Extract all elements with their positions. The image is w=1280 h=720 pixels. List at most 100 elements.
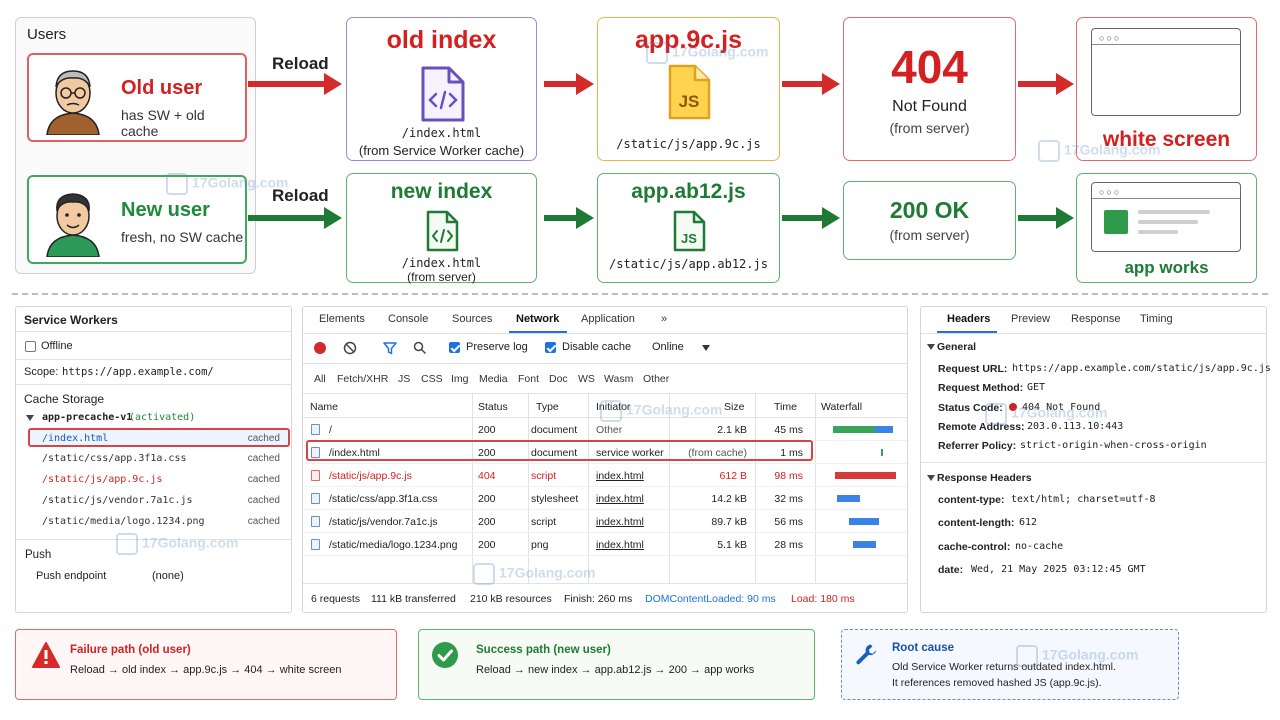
content-type-label: content-type: bbox=[938, 494, 1005, 506]
scope-label: Scope: bbox=[24, 366, 59, 378]
filter-icon[interactable] bbox=[383, 341, 397, 355]
offline-checkbox[interactable] bbox=[25, 341, 36, 352]
filter-media[interactable]: Media bbox=[479, 373, 508, 385]
tab-network[interactable]: Network bbox=[516, 313, 559, 325]
search-icon[interactable] bbox=[413, 341, 427, 355]
tab-timing[interactable]: Timing bbox=[1140, 313, 1173, 325]
warning-icon bbox=[32, 642, 60, 668]
users-title: Users bbox=[27, 26, 67, 43]
watermark: 17Golang.com bbox=[985, 403, 1107, 425]
row-initiator-link[interactable]: index.html bbox=[596, 516, 644, 528]
document-icon bbox=[311, 516, 320, 527]
row-status: 200 bbox=[478, 516, 496, 528]
tab-response[interactable]: Response bbox=[1071, 313, 1121, 325]
tab-headers[interactable]: Headers bbox=[947, 313, 990, 325]
old-user-name: Old user bbox=[121, 77, 203, 99]
table-row[interactable]: /static/media/logo.1234.png 200 png inde… bbox=[303, 533, 907, 556]
waterfall-bar bbox=[835, 472, 896, 479]
old-js-file: /static/js/app.9c.js bbox=[616, 137, 761, 151]
referrer-policy-label: Referrer Policy: bbox=[938, 440, 1017, 452]
row-type: stylesheet bbox=[531, 493, 579, 505]
throttle-select[interactable]: Online bbox=[652, 341, 684, 353]
disable-cache-label: Disable cache bbox=[562, 341, 632, 353]
filter-doc[interactable]: Doc bbox=[549, 373, 568, 385]
filter-img[interactable]: Img bbox=[451, 373, 469, 385]
tab-more-icon[interactable]: » bbox=[661, 313, 667, 325]
new-user-desc: fresh, no SW cache bbox=[121, 229, 244, 245]
new-status-note: (from server) bbox=[889, 227, 970, 243]
preserve-log-checkbox[interactable] bbox=[449, 342, 460, 353]
arrow-old-2 bbox=[544, 73, 594, 95]
filter-js[interactable]: JS bbox=[398, 373, 410, 385]
watermark: 17Golang.com bbox=[1038, 140, 1160, 162]
arrow-new-2 bbox=[544, 207, 594, 229]
tab-elements[interactable]: Elements bbox=[319, 313, 365, 325]
cache-control-label: cache-control: bbox=[938, 541, 1011, 553]
col-name[interactable]: Name bbox=[310, 401, 338, 413]
filter-wasm[interactable]: Wasm bbox=[604, 373, 633, 385]
table-row[interactable]: /static/js/vendor.7a1c.js 200 script ind… bbox=[303, 510, 907, 533]
watermark: 17Golang.com bbox=[1016, 645, 1138, 667]
filter-fetch-xhr[interactable]: Fetch/XHR bbox=[337, 373, 388, 385]
tab-preview[interactable]: Preview bbox=[1011, 313, 1050, 325]
cache-entry-name: /static/js/app.9c.js bbox=[42, 474, 163, 485]
date-label: date: bbox=[938, 564, 964, 576]
tab-console[interactable]: Console bbox=[388, 313, 428, 325]
cache-entry-status: cached bbox=[247, 495, 280, 506]
clear-icon[interactable] bbox=[343, 341, 357, 355]
tab-sources[interactable]: Sources bbox=[452, 313, 492, 325]
push-endpoint-label: Push endpoint bbox=[36, 570, 107, 582]
disable-cache-checkbox[interactable] bbox=[545, 342, 556, 353]
cache-entry[interactable]: /static/js/app.9c.js cached bbox=[28, 470, 290, 489]
general-title: General bbox=[937, 341, 977, 353]
cache-name[interactable]: app-precache-v1 bbox=[42, 412, 132, 423]
app-works-box: ○○○ app works bbox=[1076, 173, 1257, 283]
old-index-file: /index.html bbox=[401, 126, 482, 140]
col-time[interactable]: Time bbox=[774, 401, 797, 413]
row-name: /static/js/app.9c.js bbox=[329, 470, 412, 482]
new-status-text: 200 OK bbox=[889, 197, 970, 223]
filter-font[interactable]: Font bbox=[518, 373, 539, 385]
row-size: 89.7 kB bbox=[711, 516, 747, 528]
col-waterfall[interactable]: Waterfall bbox=[821, 401, 862, 413]
throttle-chevron-down-icon[interactable] bbox=[702, 345, 710, 351]
cache-entry[interactable]: /static/js/vendor.7a1c.js cached bbox=[28, 491, 290, 510]
white-screen-browser: ○○○ bbox=[1091, 28, 1241, 116]
table-row[interactable]: /static/css/app.3f1a.css 200 stylesheet … bbox=[303, 487, 907, 510]
filter-css[interactable]: CSS bbox=[421, 373, 443, 385]
filter-ws[interactable]: WS bbox=[578, 373, 595, 385]
waterfall-bar bbox=[849, 518, 879, 525]
col-type[interactable]: Type bbox=[536, 401, 559, 413]
js-file-icon: JS bbox=[673, 210, 705, 252]
row-status: 404 bbox=[478, 470, 496, 482]
cache-entry[interactable]: /static/css/app.3f1a.css cached bbox=[28, 449, 290, 468]
record-icon[interactable] bbox=[314, 342, 326, 354]
cache-expand-icon[interactable] bbox=[26, 415, 34, 421]
new-user-name: New user bbox=[121, 199, 210, 221]
row-initiator-link[interactable]: index.html bbox=[596, 539, 644, 551]
old-index-title: old index bbox=[386, 26, 497, 54]
image-icon bbox=[311, 539, 320, 550]
col-status[interactable]: Status bbox=[478, 401, 508, 413]
filter-all[interactable]: All bbox=[314, 373, 326, 385]
old-user-desc: has SW + old cache bbox=[121, 107, 205, 139]
response-headers-expand-icon[interactable] bbox=[927, 475, 935, 481]
table-row[interactable]: /static/js/app.9c.js 404 script index.ht… bbox=[303, 464, 907, 487]
old-status-text: Not Found bbox=[892, 98, 967, 115]
cache-storage-title: Cache Storage bbox=[24, 392, 105, 406]
general-expand-icon[interactable] bbox=[927, 344, 935, 350]
row-size: 2.1 kB bbox=[717, 424, 747, 436]
cache-entry[interactable]: /index.html cached bbox=[28, 428, 290, 447]
cache-entry[interactable]: /static/media/logo.1234.png cached bbox=[28, 512, 290, 531]
arrow-new-1 bbox=[248, 207, 342, 229]
row-time: 28 ms bbox=[774, 539, 803, 551]
col-size[interactable]: Size bbox=[724, 401, 744, 413]
row-initiator-link[interactable]: index.html bbox=[596, 470, 644, 482]
old-user-card: Old user has SW + old cache bbox=[27, 53, 247, 142]
scope-value[interactable]: https://app.example.com/ bbox=[62, 366, 214, 378]
filter-other[interactable]: Other bbox=[643, 373, 669, 385]
tab-application[interactable]: Application bbox=[581, 313, 635, 325]
row-initiator-link[interactable]: index.html bbox=[596, 493, 644, 505]
row-time: 32 ms bbox=[774, 493, 803, 505]
footer-transferred: 111 kB transferred bbox=[371, 593, 456, 605]
